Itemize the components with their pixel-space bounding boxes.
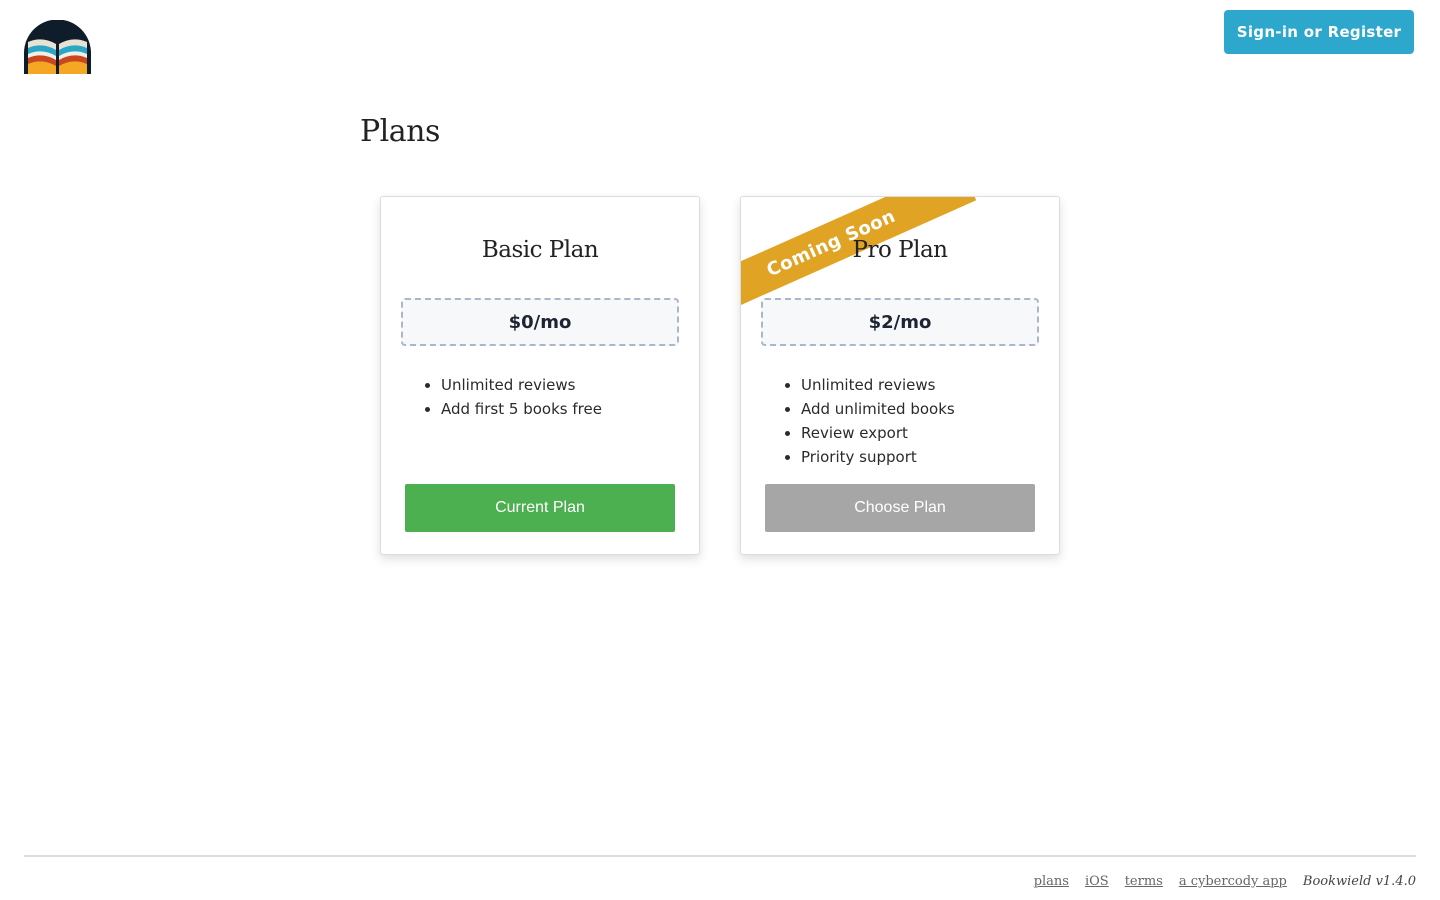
signin-register-button[interactable]: Sign-in or Register (1224, 10, 1414, 54)
plan-title: Basic Plan (481, 237, 599, 263)
footer-link-cybercody[interactable]: a cybercody app (1179, 874, 1287, 889)
choose-plan-button[interactable]: Choose Plan (765, 484, 1035, 532)
plan-card-basic: Basic Plan $0/mo Unlimited reviews Add f… (380, 196, 700, 555)
page: Sign-in or Register Plans Basic Plan $0/… (0, 0, 1440, 900)
feature-item: Unlimited reviews (801, 373, 955, 397)
feature-item: Unlimited reviews (441, 373, 602, 397)
app-version: Bookwield v1.4.0 (1302, 874, 1416, 889)
page-title: Plans (360, 114, 440, 149)
plan-price: $2/mo (761, 298, 1039, 346)
footer-divider (24, 855, 1416, 857)
plan-title: Pro Plan (852, 237, 949, 263)
footer-link-terms[interactable]: terms (1125, 874, 1163, 889)
feature-item: Priority support (801, 445, 955, 469)
plan-price: $0/mo (401, 298, 679, 346)
footer-link-ios[interactable]: iOS (1085, 874, 1109, 889)
feature-item: Review export (801, 421, 955, 445)
footer: plans iOS terms a cybercody app Bookwiel… (1034, 874, 1416, 889)
plan-card-pro: Coming Soon Pro Plan $2/mo Unlimited rev… (740, 196, 1060, 555)
bookwield-logo-icon[interactable] (24, 20, 91, 74)
plan-features-list: Unlimited reviews Add first 5 books free (441, 373, 602, 421)
feature-item: Add first 5 books free (441, 397, 602, 421)
plan-features-list: Unlimited reviews Add unlimited books Re… (801, 373, 955, 469)
feature-item: Add unlimited books (801, 397, 955, 421)
footer-link-plans[interactable]: plans (1034, 874, 1069, 889)
current-plan-button[interactable]: Current Plan (405, 484, 675, 532)
